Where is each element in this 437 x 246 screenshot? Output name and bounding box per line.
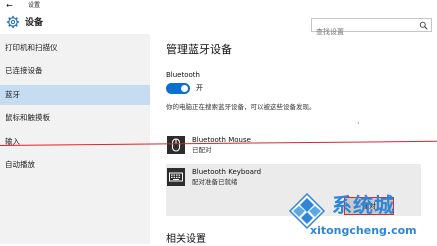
mouse-icon	[167, 136, 185, 154]
device-name: Bluetooth Keyboard	[192, 168, 262, 176]
back-arrow-icon[interactable]: ←	[6, 1, 13, 10]
search-icon[interactable]	[419, 21, 428, 30]
sidebar-item-typing[interactable]: 输入	[0, 132, 150, 152]
sidebar-item-printers[interactable]: 打印机和扫描仪	[0, 38, 150, 58]
watermark-brand: 系统城	[332, 193, 395, 217]
search-box[interactable]	[311, 18, 432, 38]
watermark: 系统城 xitongcheng.com	[286, 190, 437, 244]
device-item-mouse[interactable]: Bluetooth Mouse 已配对	[166, 133, 421, 157]
related-settings-heading: 相关设置	[166, 234, 206, 245]
sidebar-item-bluetooth[interactable]: 蓝牙	[0, 85, 150, 105]
sidebar-item-mouse-touchpad[interactable]: 鼠标和触摸板	[0, 108, 150, 128]
section-title: 管理蓝牙设备	[166, 43, 232, 56]
watermark-url: xitongcheng.com	[310, 224, 417, 237]
header: 设备	[0, 12, 437, 38]
progress-dot: ·	[357, 119, 360, 128]
device-row-keyboard: Bluetooth Keyboard 配对准备已就绪	[166, 165, 421, 189]
bluetooth-label: Bluetooth	[166, 71, 200, 79]
device-status: 配对准备已就绪	[192, 178, 238, 186]
gear-icon	[6, 15, 20, 29]
device-status: 已配对	[192, 146, 212, 154]
toggle-state-label: 开	[196, 84, 203, 92]
app-title: 设置	[28, 2, 41, 9]
sidebar: 打印机和扫描仪 已连接设备 蓝牙 鼠标和触摸板 输入 自动播放	[0, 34, 150, 244]
sidebar-item-autoplay[interactable]: 自动播放	[0, 155, 150, 175]
keyboard-icon	[167, 168, 185, 186]
title-bar: ← 设置	[0, 0, 437, 12]
bluetooth-toggle[interactable]	[166, 83, 190, 94]
sidebar-item-connected-devices[interactable]: 已连接设备	[0, 61, 150, 81]
toggle-knob	[181, 85, 188, 92]
searching-status-text: 你的电脑正在搜索蓝牙设备，可以被这些设备发现。	[166, 103, 316, 111]
page-title: 设备	[25, 18, 44, 28]
